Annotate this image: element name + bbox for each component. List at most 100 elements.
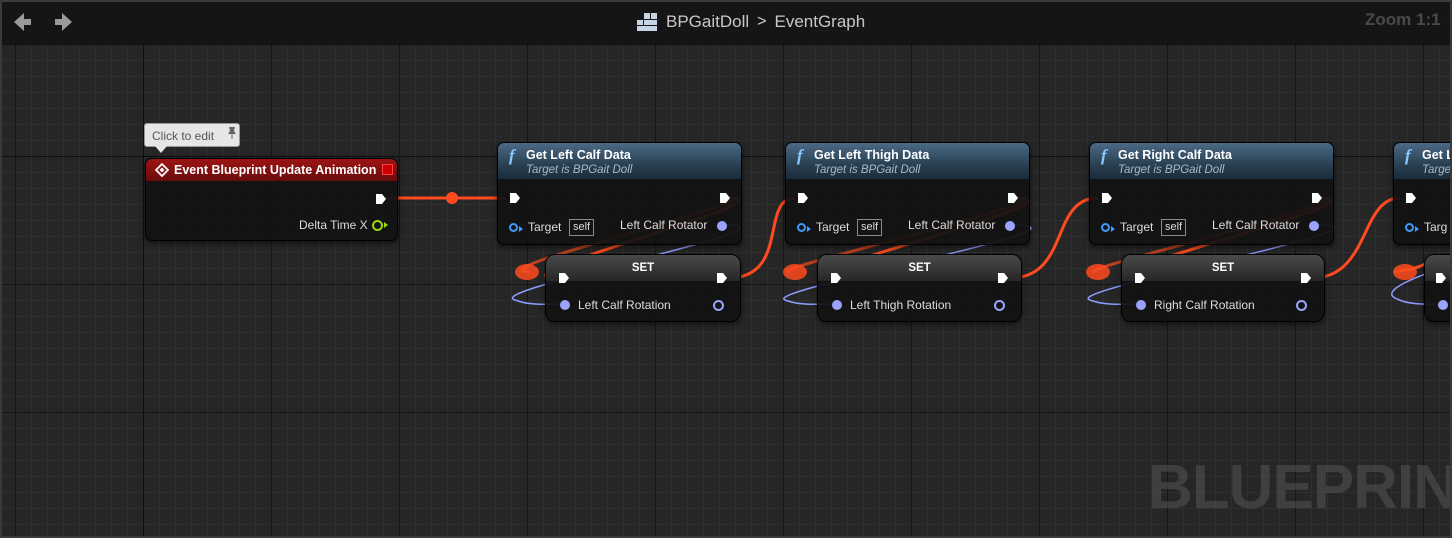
- target-label: Target: [1120, 220, 1154, 234]
- func-node-title: Get Right Calf Data: [1118, 148, 1232, 162]
- func-node-subtitle: Target is BPGait Doll: [526, 164, 633, 176]
- set-node-left-calf-rotation[interactable]: SET Left Calf Rotation: [545, 254, 741, 322]
- func-node-subtitle: Targe: [1422, 164, 1451, 176]
- exec-input-pin[interactable]: [797, 192, 809, 204]
- func-node-subtitle: Target is BPGait Doll: [814, 164, 921, 176]
- function-icon: f: [1101, 146, 1107, 165]
- set-node-title: SET: [1211, 262, 1235, 274]
- graph-toolbar: BPGaitDoll > EventGraph Zoom 1:1: [0, 0, 1452, 45]
- exec-output-pin[interactable]: [1007, 192, 1019, 204]
- back-button[interactable]: [10, 10, 34, 34]
- func-node-title: Get Left Thigh Data: [814, 148, 930, 162]
- target-pin[interactable]: [1405, 223, 1414, 232]
- exec-input-pin[interactable]: [1405, 192, 1417, 204]
- set-node-title: SET: [908, 262, 931, 274]
- target-self-value[interactable]: self: [569, 219, 595, 236]
- target-pin[interactable]: [797, 223, 806, 232]
- output-label: Left Calf Rotator: [908, 218, 996, 232]
- delta-time-pin-arrow: [384, 222, 388, 228]
- func-node-header: f Get Left Thigh Data Target is BPGait D…: [786, 143, 1029, 179]
- func-node-title: Get Left Calf Data: [526, 148, 631, 162]
- value-input-pin[interactable]: [560, 300, 570, 310]
- func-node-partial[interactable]: f Get L Targe Targ: [1393, 142, 1452, 245]
- exec-output-pin[interactable]: [1300, 272, 1312, 284]
- set-node-header: SET: [1122, 255, 1324, 281]
- arrow-left-icon: [14, 13, 31, 31]
- output-pin[interactable]: [717, 221, 727, 231]
- output-pin[interactable]: [1309, 221, 1319, 231]
- exec-input-pin[interactable]: [1134, 272, 1146, 284]
- event-node-title: Event Blueprint Update Animation: [174, 163, 377, 177]
- func-node-header: f Get Left Calf Data Target is BPGait Do…: [498, 143, 741, 179]
- forward-button[interactable]: [52, 10, 76, 34]
- value-input-pin[interactable]: [832, 300, 842, 310]
- target-pin[interactable]: [1101, 223, 1110, 232]
- function-icon: f: [509, 146, 515, 165]
- target-self-value[interactable]: self: [857, 219, 883, 236]
- comment-tail: [155, 146, 167, 153]
- target-pin[interactable]: [509, 223, 518, 232]
- exec-input-pin[interactable]: [830, 272, 842, 284]
- breadcrumb: BPGaitDoll > EventGraph: [636, 10, 865, 34]
- value-output-pin[interactable]: [713, 300, 724, 311]
- arrow-right-icon: [55, 13, 72, 31]
- func-node-title: Get L: [1422, 148, 1452, 162]
- target-pin-arrow: [1415, 226, 1419, 232]
- value-input-label: Right Calf Rotation: [1154, 298, 1255, 312]
- output-label: Left Calf Rotator: [1212, 218, 1300, 232]
- zoom-label: Zoom 1:1: [1365, 10, 1441, 29]
- value-input-pin[interactable]: [1136, 300, 1146, 310]
- wire-reroute-node: [446, 192, 458, 204]
- function-icon: f: [797, 146, 803, 165]
- comment-bubble[interactable]: Click to edit: [144, 123, 240, 153]
- delta-time-pin[interactable]: [372, 220, 383, 231]
- exec-output-pin[interactable]: [375, 193, 387, 205]
- event-node-breakpoint-icon[interactable]: [382, 164, 393, 175]
- target-self-value[interactable]: self: [1161, 219, 1187, 236]
- event-diamond-icon: [155, 163, 169, 177]
- func-node-get-right-calf-data[interactable]: f Get Right Calf Data Target is BPGait D…: [1089, 142, 1334, 245]
- value-input-pin[interactable]: [1438, 300, 1448, 310]
- output-label: Left Calf Rotator: [620, 218, 708, 232]
- exec-output-pin[interactable]: [1311, 192, 1323, 204]
- target-label: Target: [816, 220, 850, 234]
- exec-input-pin[interactable]: [1435, 272, 1447, 284]
- target-label: Target: [528, 220, 562, 234]
- set-node-partial[interactable]: [1424, 254, 1452, 322]
- comment-label: Click to edit: [152, 129, 215, 143]
- value-output-pin[interactable]: [1296, 300, 1307, 311]
- exec-output-pin[interactable]: [719, 192, 731, 204]
- set-node-left-thigh-rotation[interactable]: SET Left Thigh Rotation: [817, 254, 1022, 322]
- delta-time-label: Delta Time X: [299, 218, 368, 232]
- func-node-get-left-calf-data[interactable]: f Get Left Calf Data Target is BPGait Do…: [497, 142, 742, 245]
- event-node-update-animation[interactable]: Event Blueprint Update Animation Delta T…: [145, 158, 398, 241]
- func-node-get-left-thigh-data[interactable]: f Get Left Thigh Data Target is BPGait D…: [785, 142, 1030, 245]
- set-node-right-calf-rotation[interactable]: SET Right Calf Rotation: [1121, 254, 1325, 322]
- breadcrumb-separator: >: [757, 13, 767, 30]
- pin-icon[interactable]: [227, 126, 237, 140]
- exec-input-pin[interactable]: [558, 272, 570, 284]
- event-node-header: Event Blueprint Update Animation: [146, 159, 397, 181]
- exec-output-pin[interactable]: [997, 272, 1009, 284]
- exec-input-pin[interactable]: [509, 192, 521, 204]
- target-label: Targ: [1424, 220, 1448, 234]
- function-icon: f: [1405, 146, 1411, 165]
- target-pin-arrow: [1111, 226, 1115, 232]
- func-node-header: f Get Right Calf Data Target is BPGait D…: [1090, 143, 1333, 179]
- value-output-pin[interactable]: [994, 300, 1005, 311]
- value-input-label: Left Calf Rotation: [578, 298, 671, 312]
- blueprint-class-icon: [637, 13, 657, 31]
- target-pin-arrow: [519, 226, 523, 232]
- func-node-header: f Get L Targe: [1394, 143, 1452, 179]
- set-node-title: SET: [631, 262, 655, 274]
- value-input-label: Left Thigh Rotation: [850, 298, 952, 312]
- output-pin[interactable]: [1005, 221, 1015, 231]
- exec-input-pin[interactable]: [1101, 192, 1113, 204]
- breadcrumb-blueprint[interactable]: BPGaitDoll: [666, 12, 749, 32]
- set-node-header: SET: [818, 255, 1021, 281]
- breadcrumb-graph[interactable]: EventGraph: [774, 12, 865, 32]
- func-node-subtitle: Target is BPGait Doll: [1118, 164, 1225, 176]
- exec-output-pin[interactable]: [716, 272, 728, 284]
- target-pin-arrow: [807, 226, 811, 232]
- set-node-header: SET: [546, 255, 740, 281]
